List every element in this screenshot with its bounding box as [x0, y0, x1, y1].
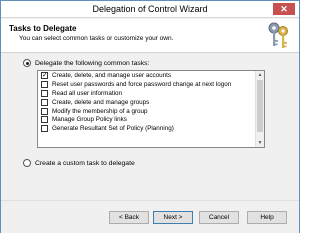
- task-list-item[interactable]: Generate Resultant Set of Policy (Planni…: [38, 124, 264, 133]
- tasks-listbox[interactable]: ✓ Create, delete, and manage user account…: [37, 70, 265, 148]
- next-button[interactable]: Next >: [153, 211, 193, 224]
- task-list-item[interactable]: Read all user information: [38, 89, 264, 98]
- task-checkbox[interactable]: [41, 125, 48, 133]
- window-title: Delegation of Control Wizard: [92, 4, 208, 14]
- scroll-thumb[interactable]: [257, 80, 263, 132]
- task-checkbox[interactable]: [41, 107, 48, 115]
- cancel-button[interactable]: Cancel: [199, 211, 239, 224]
- task-checkbox[interactable]: [41, 89, 48, 97]
- task-list-item[interactable]: Manage Group Policy links: [38, 115, 264, 124]
- task-checkbox[interactable]: [41, 98, 48, 106]
- task-label: Modify the membership of a group: [52, 107, 148, 115]
- scroll-down-icon[interactable]: ▼: [256, 139, 264, 147]
- scroll-up-icon[interactable]: ▲: [256, 71, 264, 79]
- page-subtitle: You can select common tasks or customize…: [19, 35, 174, 42]
- wizard-window: Delegation of Control Wizard ✕ Tasks to …: [0, 0, 300, 233]
- task-label: Generate Resultant Set of Policy (Planni…: [52, 125, 174, 133]
- title-bar: Delegation of Control Wizard ✕: [1, 1, 299, 18]
- task-checkbox[interactable]: [41, 80, 48, 88]
- custom-task-label: Create a custom task to delegate: [35, 159, 135, 167]
- task-checkbox[interactable]: [41, 116, 48, 124]
- common-tasks-radio[interactable]: [23, 59, 31, 67]
- task-list-item[interactable]: ✓ Create, delete, and manage user account…: [38, 71, 264, 80]
- back-button[interactable]: < Back: [109, 211, 149, 224]
- custom-task-option[interactable]: Create a custom task to delegate: [23, 159, 135, 167]
- task-list-item[interactable]: Create, delete and manage groups: [38, 98, 264, 107]
- wizard-header: Tasks to Delegate You can select common …: [1, 19, 299, 53]
- common-tasks-label: Delegate the following common tasks:: [35, 59, 150, 67]
- wizard-body: Delegate the following common tasks: ✓ Cr…: [1, 54, 299, 200]
- task-label: Reset user passwords and force password …: [52, 80, 232, 88]
- task-label: Read all user information: [52, 89, 123, 97]
- task-list: ✓ Create, delete, and manage user account…: [38, 71, 264, 133]
- help-button[interactable]: Help: [247, 211, 287, 224]
- task-label: Create, delete and manage groups: [52, 98, 150, 106]
- task-list-item[interactable]: Modify the membership of a group: [38, 107, 264, 116]
- close-button[interactable]: ✕: [273, 3, 295, 15]
- task-checkbox[interactable]: ✓: [41, 71, 48, 79]
- keys-icon: [268, 22, 288, 48]
- task-label: Create, delete, and manage user accounts: [52, 71, 172, 79]
- wizard-footer: < Back Next > Cancel Help: [1, 200, 299, 233]
- tasks-scrollbar[interactable]: ▲ ▼: [255, 71, 264, 147]
- common-tasks-option[interactable]: Delegate the following common tasks:: [23, 59, 149, 67]
- page-title: Tasks to Delegate: [9, 24, 77, 33]
- custom-task-radio[interactable]: [23, 159, 31, 167]
- task-label: Manage Group Policy links: [52, 116, 127, 124]
- task-list-item[interactable]: Reset user passwords and force password …: [38, 80, 264, 89]
